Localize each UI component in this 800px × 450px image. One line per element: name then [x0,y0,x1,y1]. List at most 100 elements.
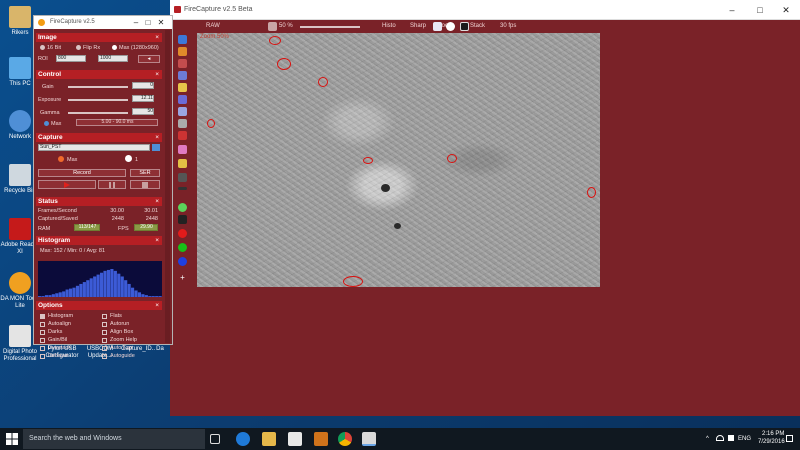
plus-icon[interactable]: + [178,273,187,282]
option-checkbox[interactable] [102,330,107,335]
color-icon[interactable] [178,159,187,168]
option-16bit[interactable]: 16 Bit [47,45,61,51]
option-label[interactable]: Autorun [110,321,129,327]
section-status-header[interactable]: Status × [36,197,162,206]
desktop-icon-da[interactable]: Da [150,346,170,353]
solar-image-preview[interactable]: Zoom 50% [197,33,600,287]
cursor-icon[interactable] [178,35,187,44]
clock-time[interactable]: 2:16 PM [762,431,784,437]
crosshair-icon[interactable] [178,59,187,68]
profile-dropdown-icon[interactable] [152,144,160,151]
panel-minimize-button[interactable]: – [130,17,142,29]
window-titlebar[interactable]: FireCapture v2.5 Beta – □ ✕ [170,0,800,20]
gain-value[interactable]: 0 [132,82,154,89]
collapse-icon[interactable]: × [155,301,159,310]
option-checkbox[interactable] [40,346,45,351]
auto-exposure-radio[interactable] [44,121,49,126]
exposure-slider[interactable] [68,99,128,101]
collapse-icon[interactable]: × [155,133,159,142]
collapse-icon[interactable]: × [155,236,159,245]
option-label[interactable]: Autoguide [110,353,135,359]
close-button[interactable]: ✕ [780,4,792,16]
section-options-header[interactable]: Options × [36,301,162,310]
flag-icon[interactable] [178,131,187,140]
edge-icon[interactable] [236,432,250,446]
option-checkbox[interactable] [40,354,45,359]
capture-profile-field[interactable]: Sun_PST [38,144,150,151]
option-label[interactable]: Livestack [48,345,71,351]
stop-button[interactable] [130,180,160,189]
taskbar-search-box[interactable]: Search the web and Windows [23,429,205,449]
store-icon[interactable] [288,432,302,446]
auto-label[interactable]: Max [51,121,61,127]
option-label[interactable]: Autoalign [48,321,71,327]
clock-icon[interactable] [460,22,469,31]
radio-16bit[interactable] [40,45,45,50]
settings-icon[interactable] [446,22,455,31]
grid-icon[interactable] [178,95,187,104]
zoom-in-icon[interactable] [178,71,187,80]
radio-max[interactable] [112,45,117,50]
option-checkbox[interactable] [40,330,45,335]
option-checkbox[interactable] [102,322,107,327]
option-checkbox[interactable] [102,338,107,343]
collapse-icon[interactable]: × [155,70,159,79]
option-checkbox[interactable] [40,314,45,319]
option-label[interactable]: Auto Exp [110,345,132,351]
roi-width-field[interactable]: 800 [56,55,86,62]
palette-icon[interactable] [178,145,187,154]
section-image-header[interactable]: Image × [36,33,162,42]
toolbar-slider[interactable] [300,26,360,28]
task-view-icon[interactable] [210,434,220,444]
toolbar-raw[interactable]: RAW [206,22,220,31]
gamma-value[interactable]: 50 [132,108,154,115]
toolbar-histo[interactable]: Histo [382,22,396,31]
firecapture-taskbar-icon[interactable] [362,432,376,446]
volume-icon[interactable] [728,435,734,441]
option-label[interactable]: Gain/Bil [48,337,67,343]
chrome-icon[interactable] [338,432,352,446]
red-circle-icon[interactable] [178,229,187,238]
green-dot-icon[interactable] [178,203,187,212]
format-button[interactable]: SER [130,169,160,177]
capture-mode-label[interactable]: Max [67,157,77,163]
focus-icon[interactable] [178,47,187,56]
wifi-icon[interactable] [716,435,724,441]
panel-titlebar[interactable]: FireCapture v2.5 – □ ✕ [34,16,172,29]
toolbar-zoom-value[interactable]: 50 % [279,22,293,31]
exposure-range[interactable]: 5.00 - 90.0 ms [76,119,158,126]
option-label[interactable]: Debayer [48,353,69,359]
option-flip[interactable]: Flip Rx [83,45,100,51]
minimize-button[interactable]: – [726,4,738,16]
radio-flip[interactable] [76,45,81,50]
roi-height-field[interactable]: 1000 [98,55,128,62]
clock-date[interactable]: 7/29/2016 [758,439,785,445]
file-explorer-icon[interactable] [262,432,276,446]
lang-indicator[interactable]: ENG [738,436,751,442]
option-label[interactable]: Flats [110,313,122,319]
start-capture-button[interactable] [38,180,96,189]
option-label[interactable]: Zoom Help [110,337,137,343]
section-control-header[interactable]: Control × [36,70,162,79]
image-icon[interactable] [178,107,187,116]
maximize-button[interactable]: □ [754,4,766,16]
box-icon[interactable] [178,215,187,224]
record-button[interactable]: Record [38,169,126,177]
collapse-icon[interactable]: × [155,197,159,206]
star-icon[interactable] [178,83,187,92]
gamma-slider[interactable] [68,112,128,114]
section-capture-header[interactable]: Capture × [36,133,162,142]
option-label[interactable]: Darks [48,329,62,335]
toolbar-stack[interactable]: Stack [470,22,485,31]
notifications-icon[interactable] [786,435,793,442]
option-label[interactable]: Histogram [48,313,73,319]
option-checkbox[interactable] [102,346,107,351]
tool-icon[interactable] [433,22,442,31]
line-icon[interactable] [178,173,187,182]
green-circle-icon[interactable] [178,243,187,252]
collapse-icon[interactable]: × [155,33,159,42]
media-icon[interactable] [314,432,328,446]
blue-circle-icon[interactable] [178,257,187,266]
zoom-icon[interactable] [268,22,277,31]
capture-count[interactable]: 1 [135,157,138,163]
